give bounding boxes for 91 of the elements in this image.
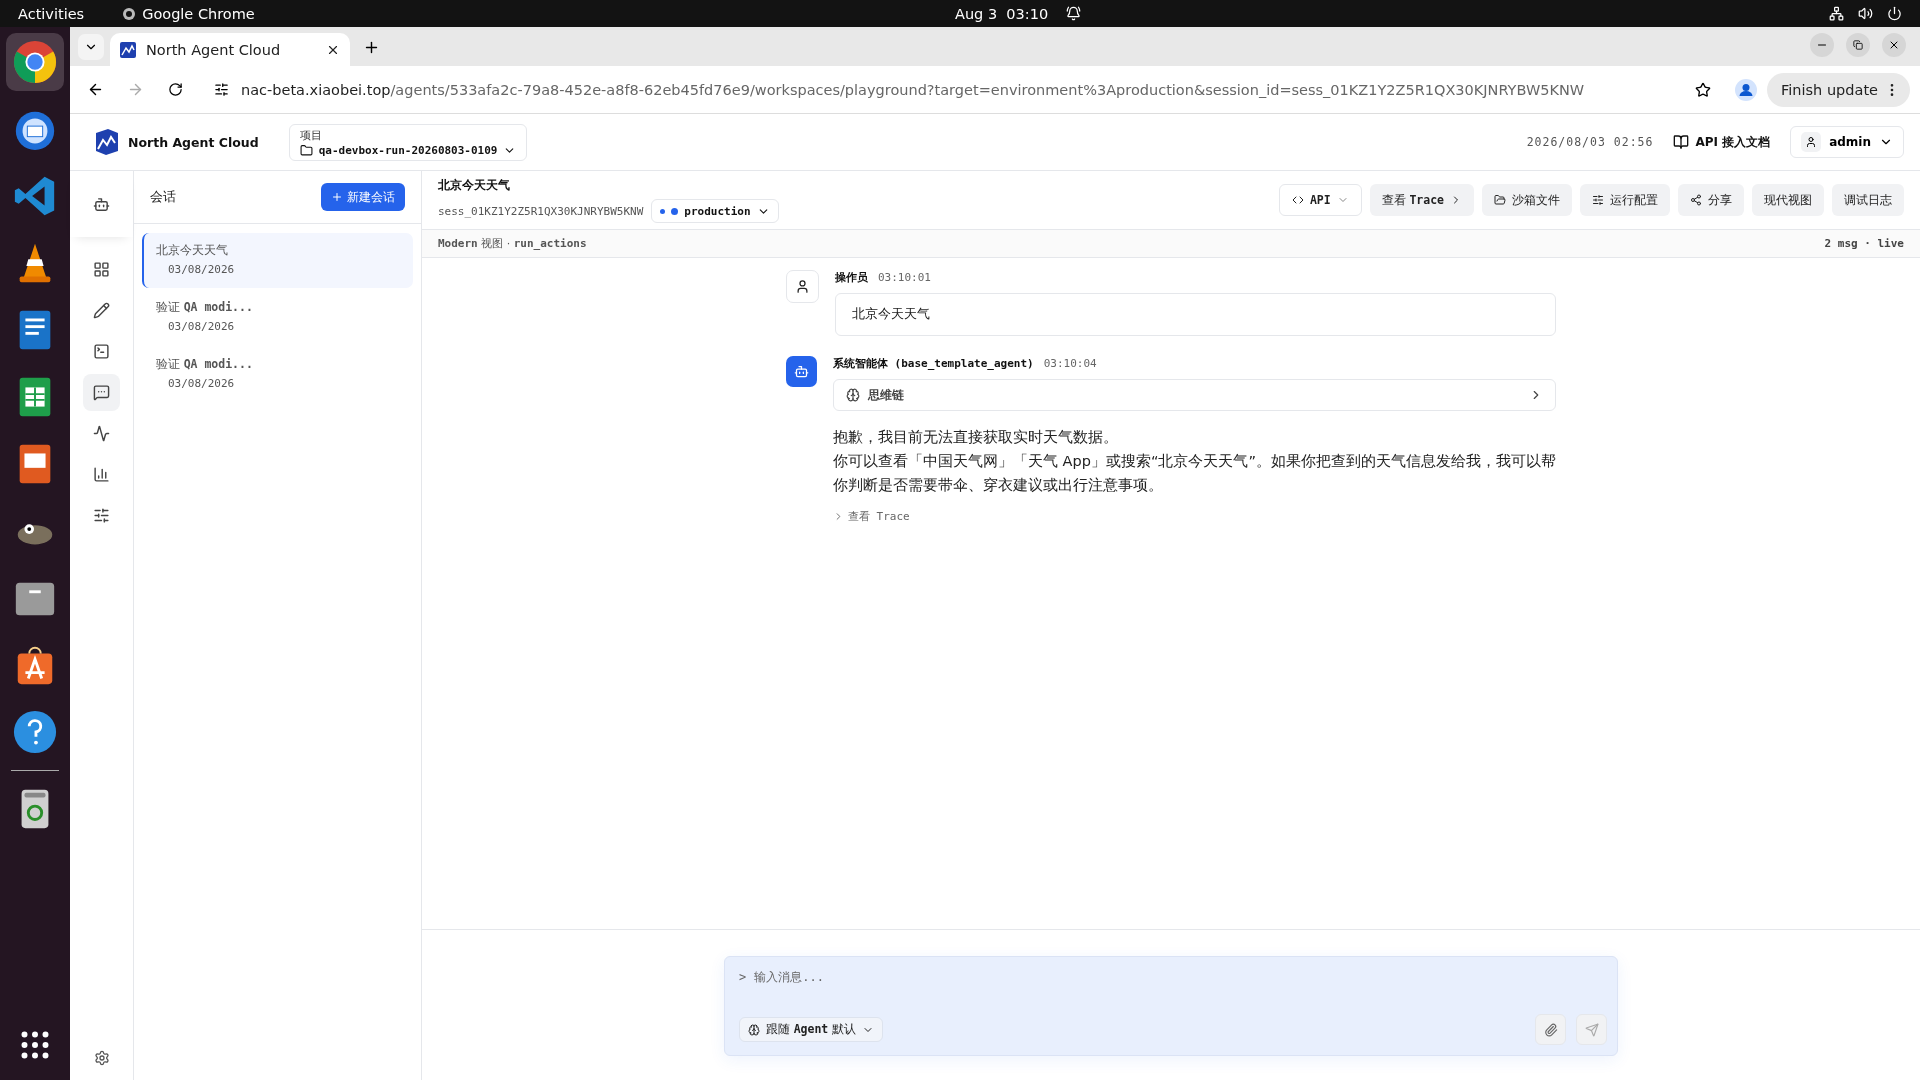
user-icon [795,279,810,294]
session-title: 北京今天天气 [438,177,511,194]
minimize-button[interactable] [1810,33,1834,57]
send-icon [1584,1022,1599,1037]
reload-icon [167,82,183,97]
user-message: 北京今天天气 [835,293,1556,336]
agent-reply-text: 抱歉，我目前无法直接获取实时天气数据。 [833,428,1119,447]
restore-icon [1853,40,1863,50]
chat-icon [93,384,110,401]
brain-icon [748,1023,760,1036]
close-icon [1888,39,1900,51]
volume-icon[interactable] [1858,6,1873,21]
view-trace-link[interactable]: 查看 Trace [833,509,1556,524]
datetime-label: 2026/08/03 02:56 [1526,135,1654,149]
activity-icon [93,425,110,442]
dashboard-icon [93,261,110,278]
api-docs-link[interactable]: API 接入文档 [1673,133,1771,151]
view-info: Modern 视图 · run_actions [438,236,587,251]
conversation-item[interactable]: 北京今天天气 03/08/2026 [142,233,413,288]
conversation-title: 验证 QA modi... [156,357,254,372]
project-selector[interactable]: 项目 qa-devbox-run-20260803-0109 [288,123,528,161]
debug-log-button[interactable]: 调试日志 [1832,184,1904,216]
browser-tab[interactable]: North Agent Cloud [110,33,350,66]
agent-icon [93,195,110,213]
conversation-date: 03/08/2026 [167,320,236,333]
chart-icon [93,466,110,483]
sliders-icon [1592,194,1604,206]
new-conversation-button[interactable]: 新建会话 [321,183,405,211]
message-input[interactable]: 输入消息... [752,969,1607,985]
edit-icon [93,302,110,319]
api-button[interactable]: API [1278,184,1362,216]
status-dot [671,207,679,215]
conversation-item[interactable]: 验证 QA modi... 03/08/2026 [142,290,413,345]
maximize-button[interactable] [1846,33,1870,57]
attach-button[interactable] [1535,1014,1566,1045]
close-button[interactable] [1882,33,1906,57]
plus-icon [331,191,343,203]
status-dot [660,208,666,214]
activities-button[interactable]: Activities [18,5,85,22]
brain-icon [846,388,860,402]
message-author: 操作员 [835,270,868,285]
network-icon[interactable] [1829,6,1844,21]
sandbox-files-button[interactable]: 沙箱文件 [1482,184,1572,216]
profile-avatar-icon[interactable] [1735,78,1757,101]
settings-icon [93,1050,110,1066]
message-author: 系统智能体 (base_template_agent) [833,356,1034,371]
conversation-item[interactable]: 验证 QA modi... 03/08/2026 [142,347,413,402]
conversation-date: 03/08/2026 [167,377,236,390]
bookmark-star-icon[interactable] [1695,81,1711,98]
conversation-date: 03/08/2026 [167,263,236,276]
sliders-icon [93,507,110,524]
browser-app-icon [122,6,137,21]
agent-reply-text: 你可以查看「中国天气网」「天气 App」或搜索“北京今天天气”。如果你把查到的天气信息发给我，我可以帮你判断是否需要带伞、穿衣建议或出行注意事项。 [833,452,1556,495]
settings-button[interactable] [93,1050,110,1066]
code-icon [1291,194,1304,206]
trace-button[interactable]: 查看 Trace [1369,184,1474,216]
message-time: 03:10:01 [878,271,931,284]
site-info-icon[interactable] [214,82,229,97]
message-status: 2 msg · live [1824,237,1904,250]
thinking-chain-toggle[interactable]: 思维链 [833,379,1556,411]
conversation-title: 北京今天天气 [156,243,229,258]
folder-icon [299,143,313,157]
folder-icon [1494,194,1506,206]
notification-bell-icon [1066,6,1082,21]
chat-nav-button[interactable] [83,374,120,411]
share-button[interactable]: 分享 [1678,184,1744,216]
brand-logo-icon [94,129,118,155]
run-config-button[interactable]: 运行配置 [1580,184,1670,216]
agent-mode-selector[interactable]: 跟随 Agent 默认 [739,1017,883,1042]
clock-label[interactable]: Aug 3 03:10 [955,5,1049,22]
tab-list-button[interactable] [78,34,104,60]
terminal-icon [93,343,110,360]
conversation-title: 验证 QA modi... [156,300,254,315]
paperclip-icon [1543,1022,1558,1037]
share-icon [1690,194,1702,206]
prompt-symbol: > [739,970,747,984]
user-menu-button[interactable]: admin [1790,126,1904,158]
url-text: nac-beta.xiaobei.top/agents/533afa2c-79a8-452e-a8f8-62eb45fd76e9/workspaces/playground?target=environment%3Aproduction&session_id=sess_01KZ1Y2Z5R1QX30KJNRYBW5KNW [241,81,1585,98]
message-time: 03:10:04 [1043,357,1097,370]
environment-selector[interactable]: production [651,199,779,223]
modern-view-button[interactable]: 现代视图 [1752,184,1824,216]
brand-name: North Agent Cloud [128,134,259,150]
book-icon [1673,134,1690,150]
browser-dock-icon[interactable] [6,33,64,91]
app-menu-label[interactable]: Google Chrome [142,5,255,22]
site-logo-icon [120,41,136,58]
finish-update-button[interactable]: Finish update [1767,72,1910,107]
power-icon[interactable] [1887,6,1902,21]
robot-icon [794,364,809,379]
session-id: sess_01KZ1Y2Z5R1QX30KJNRYBW5KNW [438,204,644,218]
conversations-title: 会话 [150,188,176,206]
